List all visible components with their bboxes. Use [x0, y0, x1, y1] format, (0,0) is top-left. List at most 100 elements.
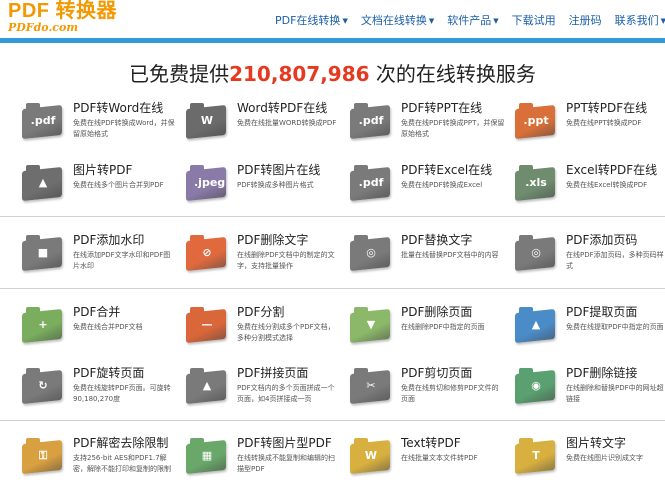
replace-text-folder-icon[interactable]: ◎ [350, 233, 392, 273]
tool-card[interactable]: .ppt PPT转PDF在线免费在线PPT转换成PDF [510, 98, 665, 158]
tool-card[interactable]: ▲ 图片转PDF 免费在线多个图片合并到PDF [17, 160, 177, 220]
tool-card[interactable]: .pdf PDF转PPT在线免费在线PDF转换成PPT，并保留原始格式 [345, 98, 505, 158]
scissors-folder-icon[interactable]: ✂ [350, 366, 392, 406]
pdf-folder-icon[interactable]: .pdf [350, 101, 392, 141]
tool-title[interactable]: PDF拼接页面 [237, 364, 308, 381]
pdf-folder-icon[interactable]: .pdf [22, 101, 64, 141]
tool-description: 免费在线剪切和修剪PDF文件的页面 [401, 384, 499, 403]
tool-title[interactable]: PDF转Word在线 [73, 99, 163, 116]
watermark-folder-icon[interactable]: ■ [22, 233, 64, 273]
tool-title[interactable]: PDF转PPT在线 [401, 99, 482, 116]
tool-title[interactable]: PDF替换文字 [401, 231, 472, 248]
logo-sub-text: PDFdo.com [8, 21, 78, 34]
delete-page-folder-icon[interactable]: ▼ [350, 305, 392, 345]
page-number-folder-icon[interactable]: ◎ [515, 233, 557, 273]
tool-card[interactable]: ▲ PDF拼接页面 PDF文档内的多个页面拼成一个页面，如4页拼接成一页 [181, 363, 341, 423]
tool-description: 在线添加PDF文字水印和PDF图片水印 [73, 251, 171, 270]
tool-description: 在线删除PDF中指定的页面 [401, 323, 485, 331]
tool-card[interactable]: .pdf PDF转Excel在线免费在线PDF转换成Excel [345, 160, 505, 220]
tool-card[interactable]: — PDF分割免费在线分割成多个PDF文档，多种分割模式选择 [181, 302, 341, 362]
tool-title[interactable]: PDF转图片在线 [237, 161, 320, 178]
rotate-folder-icon[interactable]: ↻ [22, 366, 64, 406]
tool-title[interactable]: PDF剪切页面 [401, 364, 472, 381]
tool-title[interactable]: PDF分割 [237, 303, 284, 320]
tool-description: 免费在线多个图片合并到PDF [73, 181, 164, 189]
nav-item-0[interactable]: PDF在线转换 ▼ [275, 12, 348, 28]
tool-card[interactable]: ◎ PDF替换文字 批量在线替换PDF文档中的内容 [345, 230, 505, 290]
nav-item-5[interactable]: 联系我们 ▼ [615, 12, 665, 28]
tool-title[interactable]: PDF删除文字 [237, 231, 308, 248]
jpeg-folder-icon[interactable]: .jpeg [186, 163, 228, 203]
text-folder-icon[interactable]: W [350, 436, 392, 476]
tool-description: 免费在线合并PDF文档 [73, 323, 143, 331]
tool-description: 免费在线图片识别成文字 [566, 454, 643, 462]
tool-card[interactable]: + PDF合并免费在线合并PDF文档 [17, 302, 177, 362]
image-folder-icon[interactable]: ▲ [22, 163, 64, 203]
tool-card[interactable]: ▦ PDF转图片型PDF 在线转换成不能复制和编辑的扫描型PDF [181, 433, 341, 493]
tool-description: 免费在线旋转PDF页面。可旋转90,180,270度 [73, 384, 171, 403]
nav-item-label: 软件产品 [447, 14, 492, 27]
word-folder-icon[interactable]: W [186, 101, 228, 141]
tool-title[interactable]: PDF解密去除限制 [73, 434, 168, 451]
image-pdf-folder-icon[interactable]: ▦ [186, 436, 228, 476]
tool-card[interactable]: ◉ PDF删除链接 在线删除和替换PDF中的网址超链接 [510, 363, 665, 423]
tool-description: 免费在线分割成多个PDF文档，多种分割模式选择 [237, 323, 335, 342]
tool-card[interactable]: W Word转PDF在线 免费在线批量WORD转换成PDF [181, 98, 341, 158]
tool-card[interactable]: ■ PDF添加水印在线添加PDF文字水印和PDF图片水印 [17, 230, 177, 290]
site-logo[interactable]: PDF 转换器 PDFdo.com [8, 1, 117, 33]
tool-title[interactable]: PPT转PDF在线 [566, 99, 647, 116]
tool-description: 免费在线PDF转换成Word，并保留原始格式 [73, 119, 175, 138]
caret-down-icon: ▼ [428, 17, 435, 25]
tool-card[interactable]: ▼ PDF删除页面在线删除PDF中指定的页面 [345, 302, 505, 362]
conversion-count-headline: 已免费提供210,807,986 次的在线转换服务 [0, 58, 665, 87]
conversion-count: 210,807,986 [229, 62, 370, 86]
main-nav: PDF在线转换 ▼ 文档在线转换 ▼ 软件产品 ▼ 下载试用 注册码 联系我们 ▼ [275, 12, 665, 28]
tool-card[interactable]: .xls Excel转PDF在线 免费在线Excel转换成PDF [510, 160, 665, 220]
tool-title[interactable]: PDF添加水印 [73, 231, 144, 248]
tool-description: 免费在线PPT转换成PDF [566, 119, 642, 127]
tool-title[interactable]: PDF转图片型PDF [237, 434, 332, 451]
tool-card[interactable]: ▲ PDF提取页面 免费在线提取PDF中指定的页面 [510, 302, 665, 362]
merge-folder-icon[interactable]: + [22, 305, 64, 345]
tool-title[interactable]: PDF旋转页面 [73, 364, 144, 381]
tool-title[interactable]: PDF删除链接 [566, 364, 637, 381]
tool-card[interactable]: .pdf PDF转Word在线 免费在线PDF转换成Word，并保留原始格式 [17, 98, 177, 158]
tool-description: 免费在线PDF转换成PPT，并保留原始格式 [401, 119, 505, 138]
ocr-folder-icon[interactable]: T [515, 436, 557, 476]
split-folder-icon[interactable]: — [186, 305, 228, 345]
nav-item-2[interactable]: 软件产品 ▼ [447, 12, 498, 28]
tool-title[interactable]: PDF添加页码 [566, 231, 637, 248]
tool-title[interactable]: PDF删除页面 [401, 303, 472, 320]
pdf-folder-icon[interactable]: .pdf [350, 163, 392, 203]
tool-title[interactable]: 图片转文字 [566, 434, 626, 451]
tool-title[interactable]: 图片转PDF [73, 161, 132, 178]
nav-item-4[interactable]: 注册码 [569, 12, 602, 28]
xls-folder-icon[interactable]: .xls [515, 163, 557, 203]
tool-title[interactable]: PDF转Excel在线 [401, 161, 492, 178]
tool-card[interactable]: ◎ PDF添加页码在线PDF添加页码，多种页码样式 [510, 230, 665, 290]
tool-description: 在线PDF添加页码，多种页码样式 [566, 251, 664, 270]
nav-item-3[interactable]: 下载试用 [512, 12, 556, 28]
tool-card[interactable]: ↻ PDF旋转页面免费在线旋转PDF页面。可旋转90,180,270度 [17, 363, 177, 423]
tool-title[interactable]: PDF合并 [73, 303, 120, 320]
headline-suffix: 次的在线转换服务 [369, 62, 536, 86]
nav-item-1[interactable]: 文档在线转换 ▼ [361, 12, 434, 28]
tool-card[interactable]: ⚿ PDF解密去除限制 支持256-bit AES和PDF1.7解密，解除不能打印和… [17, 433, 177, 493]
globe-folder-icon[interactable]: ◉ [515, 366, 557, 406]
tool-title[interactable]: Text转PDF [401, 434, 461, 451]
tool-title[interactable]: PDF提取页面 [566, 303, 637, 320]
tool-card[interactable]: .jpeg PDF转图片在线 PDF转换成多种图片格式 [181, 160, 341, 220]
key-folder-icon[interactable]: ⚿ [22, 436, 64, 476]
join-page-folder-icon[interactable]: ▲ [186, 366, 228, 406]
tool-card[interactable]: ✂ PDF剪切页面免费在线剪切和修剪PDF文件的页面 [345, 363, 505, 423]
nav-item-label: 文档在线转换 [360, 14, 427, 27]
tool-card[interactable]: T 图片转文字免费在线图片识别成文字 [510, 433, 665, 493]
extract-page-folder-icon[interactable]: ▲ [515, 305, 557, 345]
tool-card[interactable]: ⊘ PDF删除文字 在线删除PDF文档中的制定的文字，支持批量操作 [181, 230, 341, 290]
ppt-folder-icon[interactable]: .ppt [515, 101, 557, 141]
tool-description: 免费在线PDF转换成Excel [401, 181, 483, 189]
tool-card[interactable]: W Text转PDF 在线批量文本文件转PDF [345, 433, 505, 493]
tool-title[interactable]: Excel转PDF在线 [566, 161, 657, 178]
tool-title[interactable]: Word转PDF在线 [237, 99, 327, 116]
delete-text-folder-icon[interactable]: ⊘ [186, 233, 228, 273]
